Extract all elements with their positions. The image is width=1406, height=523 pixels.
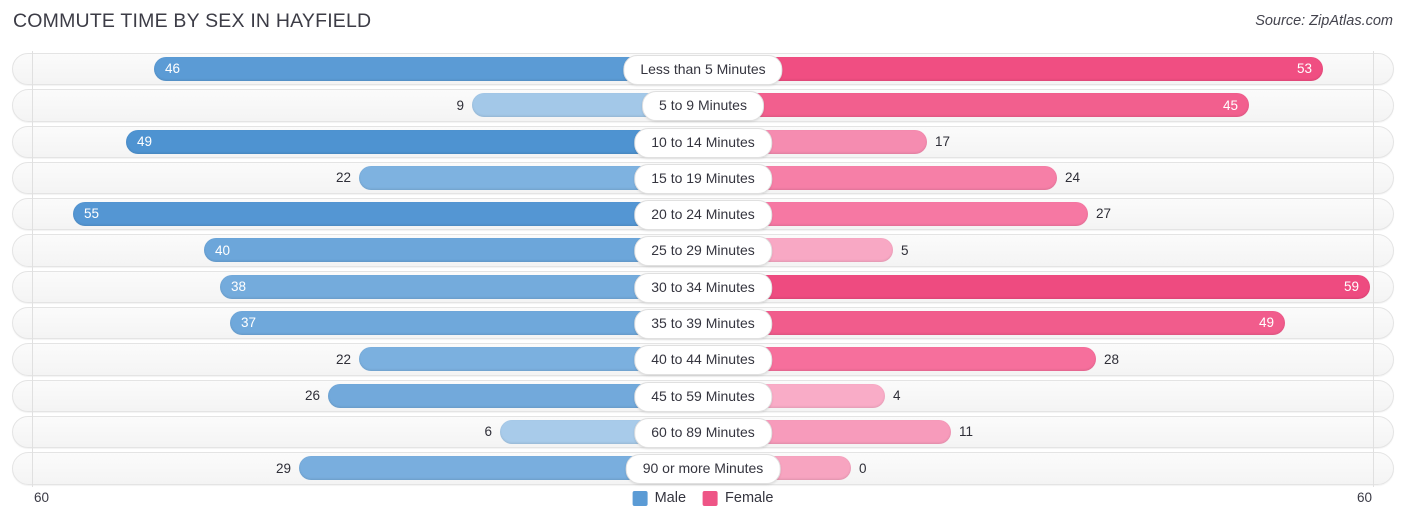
table-row: 38 59 30 to 34 Minutes <box>0 268 1406 306</box>
category-label: 35 to 39 Minutes <box>634 309 772 340</box>
category-label: 45 to 59 Minutes <box>634 381 772 412</box>
female-value-label: 24 <box>1065 170 1081 186</box>
commute-time-chart: COMMUTE TIME BY SEX IN HAYFIELD Source: … <box>0 0 1406 523</box>
table-row: 55 27 20 to 24 Minutes <box>0 196 1406 233</box>
male-value-label: 37 <box>241 315 257 331</box>
category-label: 25 to 29 Minutes <box>634 236 772 267</box>
category-label: 30 to 34 Minutes <box>634 272 772 303</box>
legend-label-female: Female <box>725 490 774 506</box>
male-value-label: 9 <box>456 97 464 113</box>
male-bar[interactable]: 37 <box>230 311 703 336</box>
table-row: 22 28 40 to 44 Minutes <box>0 341 1406 378</box>
source-attribution: Source: ZipAtlas.com <box>1255 13 1393 29</box>
female-value-label: 28 <box>1104 351 1120 367</box>
axis-left-end: 60 <box>34 490 50 505</box>
male-value-label: 49 <box>137 133 153 149</box>
category-label: 90 or more Minutes <box>625 454 781 485</box>
male-value-label: 46 <box>165 61 181 77</box>
female-bar[interactable]: 59 <box>703 274 1370 299</box>
table-row: 37 49 35 to 39 Minutes <box>0 305 1406 342</box>
table-row: 46 53 Less than 5 Minutes <box>0 51 1406 88</box>
table-row: 40 5 25 to 29 Minutes <box>0 232 1406 269</box>
female-value-label: 27 <box>1096 206 1112 222</box>
female-value-label: 11 <box>959 424 974 440</box>
male-bar[interactable]: 38 <box>220 274 703 299</box>
female-bar[interactable]: 49 <box>703 311 1285 336</box>
chart-rows: 46 53 Less than 5 Minutes 9 45 5 to 9 Minutes… <box>0 51 1406 487</box>
male-value-label: 55 <box>84 206 100 222</box>
legend-item-male[interactable]: Male <box>632 490 687 506</box>
male-value-label: 26 <box>304 387 320 403</box>
legend-label-male: Male <box>654 490 687 506</box>
chart-footer: 60 60 Male Female <box>0 486 1406 523</box>
female-value-label: 17 <box>935 133 951 149</box>
category-label: Less than 5 Minutes <box>623 55 783 85</box>
table-row: 26 4 45 to 59 Minutes <box>0 377 1406 414</box>
male-value-label: 22 <box>335 351 351 367</box>
female-color-swatch <box>703 490 719 506</box>
male-color-swatch <box>632 490 648 506</box>
male-value-label: 38 <box>231 279 247 295</box>
category-label: 60 to 89 Minutes <box>634 417 772 448</box>
legend: Male Female <box>632 490 773 506</box>
male-value-label: 40 <box>215 242 231 258</box>
female-value-label: 45 <box>1222 97 1238 113</box>
category-label: 40 to 44 Minutes <box>634 345 772 376</box>
male-bar[interactable]: 40 <box>204 238 703 263</box>
legend-item-female[interactable]: Female <box>703 490 773 506</box>
male-bar[interactable]: 55 <box>73 202 703 227</box>
female-bar[interactable]: 53 <box>703 57 1323 81</box>
category-label: 20 to 24 Minutes <box>634 200 772 231</box>
female-value-label: 49 <box>1258 315 1274 331</box>
axis-right-end: 60 <box>1356 490 1372 505</box>
category-label: 5 to 9 Minutes <box>642 91 764 122</box>
male-bar[interactable]: 49 <box>126 129 703 154</box>
table-row: 6 11 60 to 89 Minutes <box>0 413 1406 451</box>
female-value-label: 4 <box>893 387 901 403</box>
male-value-label: 22 <box>335 170 351 186</box>
female-value-label: 53 <box>1296 61 1312 77</box>
page-title: COMMUTE TIME BY SEX IN HAYFIELD <box>13 10 372 32</box>
chart-header: COMMUTE TIME BY SEX IN HAYFIELD Source: … <box>0 0 1406 46</box>
female-value-label: 0 <box>859 460 867 476</box>
table-row: 29 0 90 or more Minutes <box>0 450 1406 487</box>
male-value-label: 29 <box>275 460 291 476</box>
table-row: 22 24 15 to 19 Minutes <box>0 159 1406 197</box>
table-row: 9 45 5 to 9 Minutes <box>0 87 1406 124</box>
male-value-label: 6 <box>484 424 492 440</box>
category-label: 15 to 19 Minutes <box>634 163 772 194</box>
female-value-label: 5 <box>901 242 909 258</box>
female-value-label: 59 <box>1343 279 1359 295</box>
category-label: 10 to 14 Minutes <box>634 127 772 158</box>
female-bar[interactable]: 45 <box>703 93 1249 118</box>
male-bar[interactable]: 46 <box>154 57 703 81</box>
table-row: 49 17 10 to 14 Minutes <box>0 123 1406 160</box>
